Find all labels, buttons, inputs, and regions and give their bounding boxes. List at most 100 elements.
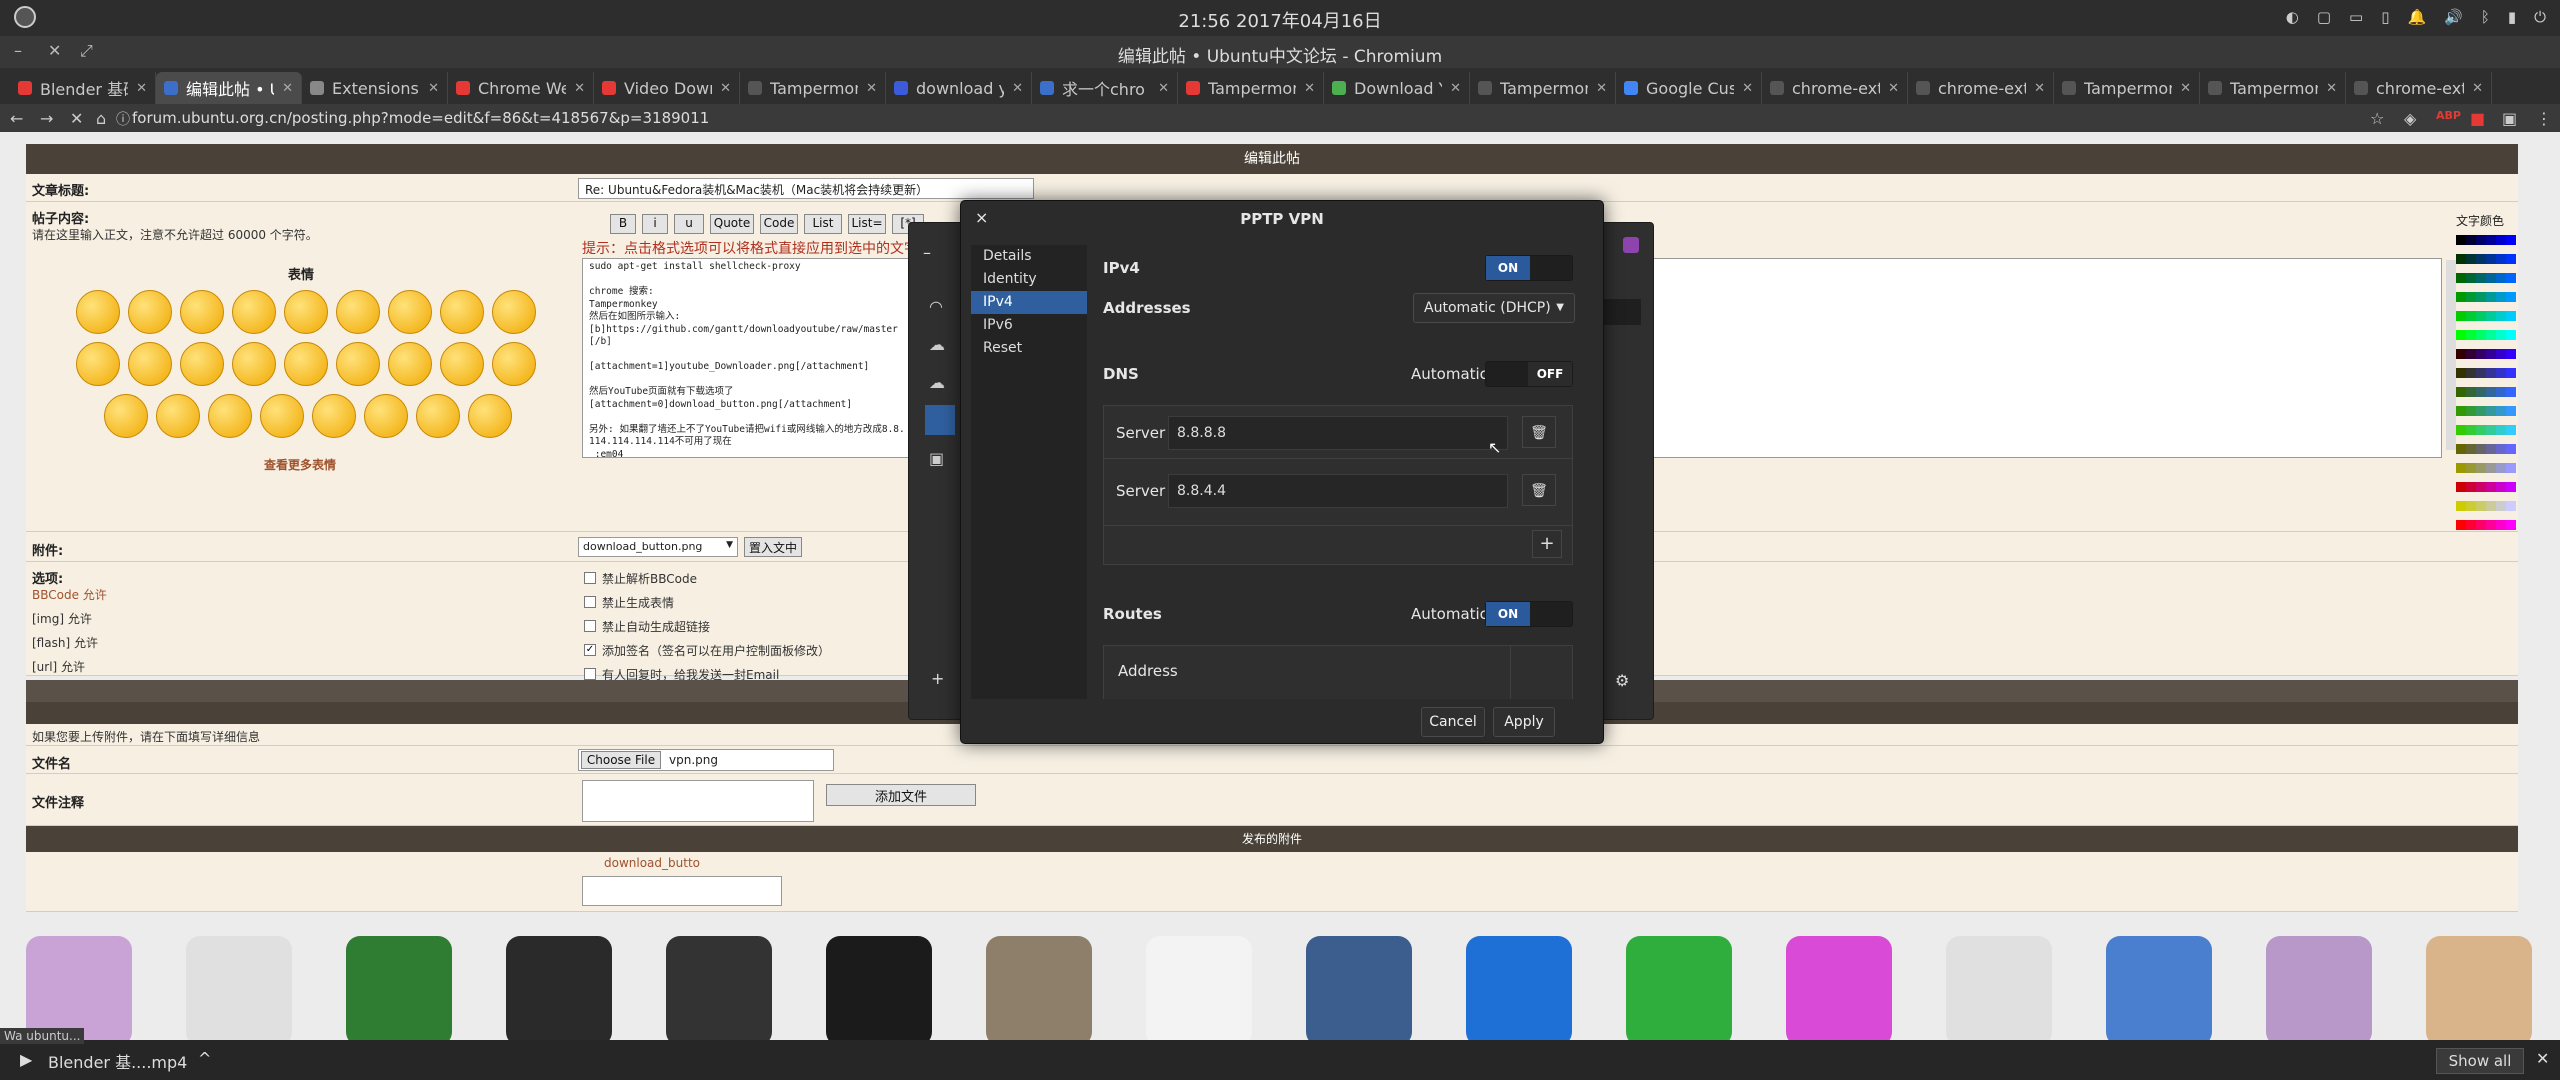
emoticon-icon[interactable] bbox=[388, 290, 432, 334]
cancel-button[interactable]: Cancel bbox=[1421, 707, 1485, 737]
textarea-scrollbar[interactable] bbox=[2446, 260, 2456, 450]
bookmark-star-icon[interactable]: ☆ bbox=[2370, 109, 2384, 128]
close-tab-icon[interactable]: ✕ bbox=[1888, 81, 1899, 96]
stop-icon[interactable]: ✕ bbox=[70, 109, 83, 128]
dns-switch[interactable]: OFF bbox=[1485, 361, 1573, 387]
notification-icon[interactable]: 🔔 bbox=[2407, 8, 2426, 26]
tab[interactable]: Google Cust ✕ bbox=[1616, 72, 1762, 104]
color-swatch[interactable] bbox=[2496, 425, 2506, 435]
color-swatch[interactable] bbox=[2496, 463, 2506, 473]
color-swatch[interactable] bbox=[2466, 273, 2476, 283]
color-swatch[interactable] bbox=[2466, 463, 2476, 473]
color-swatch[interactable] bbox=[2506, 254, 2516, 264]
color-swatch[interactable] bbox=[2506, 463, 2516, 473]
close-tab-icon[interactable]: ✕ bbox=[282, 81, 293, 96]
vpn-selected-icon[interactable] bbox=[925, 405, 955, 435]
color-swatch[interactable] bbox=[2476, 406, 2486, 416]
color-swatch[interactable] bbox=[2466, 311, 2476, 321]
chromium-icon[interactable] bbox=[2106, 936, 2212, 1046]
color-swatch[interactable] bbox=[2476, 444, 2486, 454]
color-swatch[interactable] bbox=[2506, 273, 2516, 283]
color-swatch[interactable] bbox=[2466, 349, 2476, 359]
color-swatch[interactable] bbox=[2476, 463, 2486, 473]
tab[interactable]: 编辑此帖 • U ✕ bbox=[156, 72, 302, 104]
close-tab-icon[interactable]: ✕ bbox=[2472, 81, 2483, 96]
emoticon-icon[interactable] bbox=[492, 290, 536, 334]
color-swatch[interactable] bbox=[2506, 387, 2516, 397]
vpn-sidebar-item[interactable]: IPv4 bbox=[971, 291, 1087, 314]
menu-icon[interactable]: ⋮ bbox=[2536, 109, 2552, 128]
color-swatch[interactable] bbox=[2496, 444, 2506, 454]
color-swatch[interactable] bbox=[2476, 425, 2486, 435]
color-swatch[interactable] bbox=[2496, 482, 2506, 492]
color-swatch[interactable] bbox=[2486, 501, 2496, 511]
clock-icon[interactable] bbox=[186, 936, 292, 1046]
back-icon[interactable]: ← bbox=[10, 109, 23, 128]
option-checkbox[interactable] bbox=[584, 620, 596, 632]
color-swatch[interactable] bbox=[2486, 330, 2496, 340]
ipv4-switch[interactable]: ON bbox=[1485, 255, 1573, 281]
color-swatch[interactable] bbox=[2456, 501, 2466, 511]
color-swatch[interactable] bbox=[2486, 387, 2496, 397]
color-swatch[interactable] bbox=[2506, 501, 2516, 511]
color-swatch[interactable] bbox=[2466, 501, 2476, 511]
color-swatch[interactable] bbox=[2486, 463, 2496, 473]
emoticon-icon[interactable] bbox=[336, 342, 380, 386]
routes-switch[interactable]: ON bbox=[1485, 601, 1573, 627]
color-swatch[interactable] bbox=[2466, 482, 2476, 492]
add-file-button[interactable]: 添加文件 bbox=[826, 784, 976, 806]
format-button[interactable]: List bbox=[804, 214, 842, 234]
calc-icon[interactable] bbox=[1626, 936, 1732, 1046]
tab[interactable]: Download Y ✕ bbox=[1324, 72, 1470, 104]
close-tab-icon[interactable]: ✕ bbox=[2326, 81, 2337, 96]
emoticon-icon[interactable] bbox=[232, 290, 276, 334]
color-swatch[interactable] bbox=[2486, 482, 2496, 492]
emoticon-icon[interactable] bbox=[180, 290, 224, 334]
color-swatch[interactable] bbox=[2506, 330, 2516, 340]
color-swatch[interactable] bbox=[2456, 330, 2466, 340]
color-swatch[interactable] bbox=[2486, 444, 2496, 454]
network-icon[interactable]: ☁ bbox=[929, 335, 945, 354]
color-swatch[interactable] bbox=[2476, 482, 2486, 492]
trash-icon[interactable]: 🗑 bbox=[1522, 474, 1556, 506]
color-swatch[interactable] bbox=[2466, 387, 2476, 397]
emoticon-icon[interactable] bbox=[104, 394, 148, 438]
permission-item[interactable]: BBCode 允许 bbox=[32, 586, 107, 603]
color-swatch[interactable] bbox=[2476, 368, 2486, 378]
more-emoticons-link[interactable]: 查看更多表情 bbox=[264, 456, 336, 473]
color-swatch[interactable] bbox=[2466, 292, 2476, 302]
emoticon-icon[interactable] bbox=[208, 394, 252, 438]
add-connection-icon[interactable]: + bbox=[931, 669, 944, 688]
choose-file-button[interactable]: Choose File bbox=[581, 751, 661, 769]
color-swatch[interactable] bbox=[2456, 406, 2466, 416]
color-swatch[interactable] bbox=[2486, 520, 2496, 530]
emoticon-icon[interactable] bbox=[76, 290, 120, 334]
emoticon-icon[interactable] bbox=[312, 394, 356, 438]
color-swatch[interactable] bbox=[2476, 235, 2486, 245]
color-swatch[interactable] bbox=[2486, 368, 2496, 378]
color-swatch[interactable] bbox=[2486, 273, 2496, 283]
emoticon-icon[interactable] bbox=[468, 394, 512, 438]
color-swatch[interactable] bbox=[2476, 273, 2486, 283]
close-tab-icon[interactable]: ✕ bbox=[428, 81, 439, 96]
addresses-dropdown[interactable]: Automatic (DHCP) ▼ bbox=[1413, 293, 1575, 323]
color-swatch[interactable] bbox=[2496, 368, 2506, 378]
color-swatch[interactable] bbox=[2496, 311, 2506, 321]
download-item[interactable]: Blender 基....mp4 bbox=[48, 1049, 187, 1073]
display-icon[interactable]: ▭ bbox=[2349, 8, 2363, 26]
gear-icon[interactable]: ⚙ bbox=[1615, 671, 1629, 690]
color-swatch[interactable] bbox=[2456, 482, 2466, 492]
comment-textarea[interactable] bbox=[582, 780, 814, 822]
tab[interactable]: 求一个chro ✕ bbox=[1032, 72, 1178, 104]
drive-icon[interactable] bbox=[2426, 936, 2532, 1046]
color-swatch[interactable] bbox=[2476, 292, 2486, 302]
subject-input[interactable]: Re: Ubuntu&Fedora装机&Mac装机（Mac装机将会持续更新） bbox=[578, 178, 1034, 199]
url-field[interactable]: forum.ubuntu.org.cn/posting.php?mode=edi… bbox=[132, 109, 709, 127]
color-swatch[interactable] bbox=[2506, 406, 2516, 416]
color-swatch[interactable] bbox=[2486, 349, 2496, 359]
music-icon[interactable] bbox=[1146, 936, 1252, 1046]
color-swatch[interactable] bbox=[2456, 387, 2466, 397]
tab[interactable]: chrome-ext ✕ bbox=[2346, 72, 2492, 104]
screenshot-icon[interactable]: ▢ bbox=[2317, 8, 2331, 26]
color-swatch[interactable] bbox=[2476, 349, 2486, 359]
